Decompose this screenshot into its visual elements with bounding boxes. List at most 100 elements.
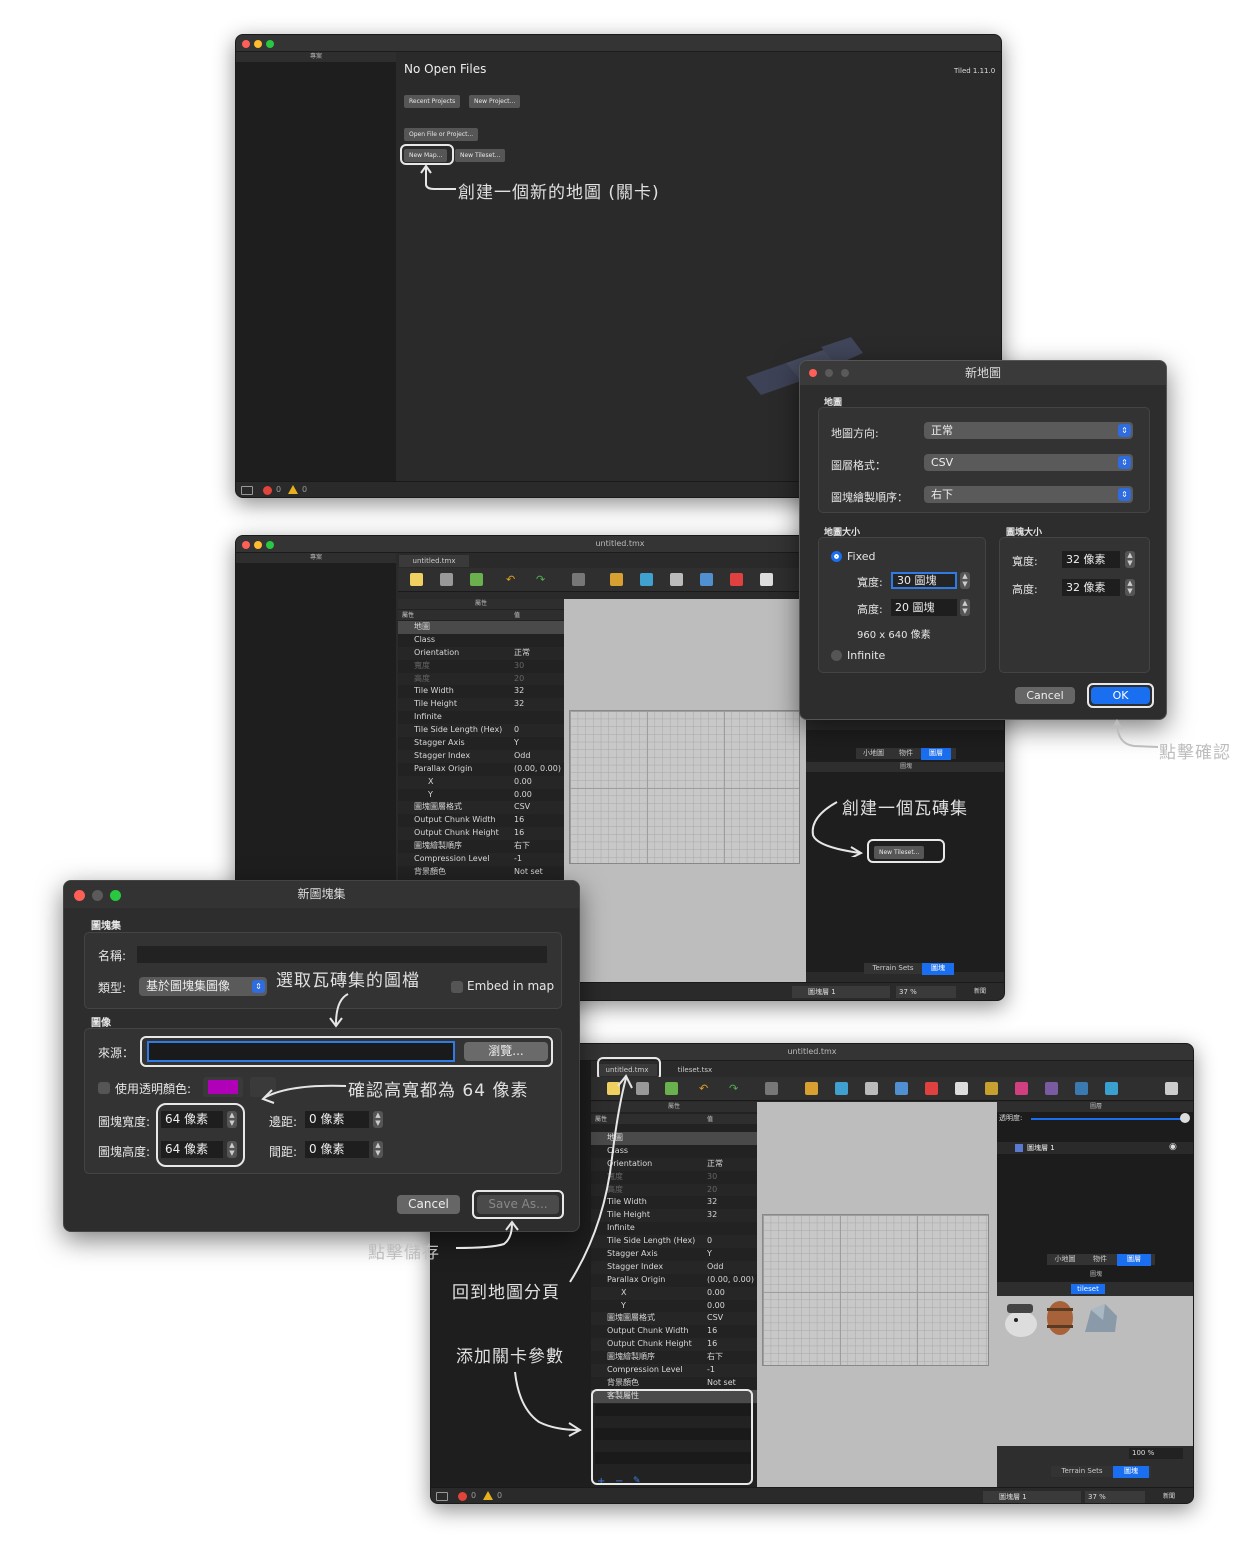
property-row[interactable]: Output Chunk Width 16 — [398, 814, 564, 827]
property-row[interactable]: 圖塊圖層格式 CSV — [591, 1312, 757, 1326]
layer-select[interactable]: 圖塊層 1 — [983, 1491, 1081, 1503]
property-value[interactable]: 16 — [514, 827, 524, 840]
property-value[interactable]: -1 — [514, 853, 522, 866]
news-button[interactable]: 新聞 — [1151, 1491, 1183, 1503]
cancel-button[interactable]: Cancel — [397, 1195, 460, 1214]
tab-objects[interactable]: 物件 — [1083, 1254, 1117, 1266]
type-select[interactable]: 基於圖塊集圖像 ⇕ — [139, 977, 267, 996]
property-value[interactable]: 16 — [707, 1338, 717, 1351]
select-icon[interactable] — [895, 1082, 908, 1095]
dice-icon[interactable] — [1165, 1082, 1178, 1095]
rect-select-icon[interactable] — [760, 573, 773, 586]
undo-icon[interactable]: ↶ — [506, 573, 519, 586]
property-value[interactable]: 32 — [514, 698, 524, 711]
property-value[interactable]: 20 — [707, 1184, 717, 1197]
property-value[interactable]: 0.00 — [707, 1300, 725, 1313]
redo-icon[interactable]: ↷ — [729, 1082, 742, 1095]
property-value[interactable]: 20 — [514, 673, 524, 686]
property-value[interactable]: -1 — [707, 1364, 715, 1377]
map-height-input[interactable]: 20 圖塊 — [891, 599, 957, 616]
property-value[interactable]: Y — [707, 1248, 712, 1261]
magic-wand-icon[interactable] — [985, 1082, 998, 1095]
shape-fill-icon[interactable] — [670, 573, 683, 586]
property-row[interactable]: 背景顏色 Not set — [591, 1377, 757, 1390]
tab-tiles[interactable]: 圖塊 — [1113, 1466, 1149, 1478]
tab-layers[interactable]: 圖層 — [1117, 1254, 1151, 1266]
color-swatch[interactable] — [203, 1077, 243, 1097]
property-row[interactable]: 圖塊圖層格式 CSV — [398, 801, 564, 815]
property-value[interactable]: CSV — [707, 1312, 723, 1325]
news-button[interactable]: 新聞 — [962, 986, 994, 998]
map-width-input[interactable]: 30 圖塊 — [891, 572, 957, 589]
property-value[interactable]: Odd — [707, 1261, 723, 1274]
tileset-zoom[interactable]: 100 % — [1129, 1448, 1183, 1459]
layer-row[interactable]: 圖塊層 1 ◉ — [997, 1142, 1193, 1154]
property-value[interactable]: 30 — [707, 1171, 717, 1184]
eraser-icon[interactable] — [925, 1082, 938, 1095]
property-value[interactable]: CSV — [514, 801, 530, 814]
tab-terrain-sets[interactable]: Terrain Sets — [864, 963, 922, 975]
bucket-icon[interactable] — [640, 573, 653, 586]
tile-width-stepper[interactable]: ▲ ▼ — [1125, 551, 1135, 568]
property-value[interactable]: Y — [514, 737, 519, 750]
zoom-select[interactable]: 37 % — [1085, 1491, 1145, 1503]
map-width-stepper[interactable]: ▲ ▼ — [960, 572, 970, 589]
tileset-images[interactable] — [997, 1296, 1193, 1446]
cancel-button[interactable]: Cancel — [1015, 687, 1075, 704]
render-order-select[interactable]: 右下 ⇕ — [924, 486, 1133, 503]
name-input[interactable] — [137, 946, 547, 963]
margin-stepper[interactable]: ▲ ▼ — [373, 1111, 383, 1128]
layer-format-select[interactable]: CSV ⇕ — [924, 454, 1133, 471]
map-canvas[interactable] — [564, 599, 806, 984]
property-row[interactable]: Tile Side Length (Hex) 0 — [398, 724, 564, 738]
new-file-icon[interactable] — [410, 573, 423, 586]
map-height-stepper[interactable]: ▲ ▼ — [960, 599, 970, 616]
save-icon[interactable] — [665, 1082, 678, 1095]
new-project-button[interactable]: New Project... — [469, 95, 521, 108]
property-value[interactable]: (0.00, 0.00) — [707, 1274, 754, 1287]
tab-untitled[interactable]: untitled.tmx — [399, 555, 469, 567]
infinite-radio[interactable] — [831, 650, 842, 661]
property-value[interactable]: 0 — [707, 1235, 712, 1248]
property-value[interactable]: Not set — [707, 1377, 736, 1390]
property-row[interactable]: Output Chunk Height 16 — [398, 827, 564, 841]
tile-width-input[interactable]: 32 像素 — [1062, 551, 1120, 568]
property-value[interactable]: 32 — [707, 1196, 717, 1209]
recent-projects-button[interactable]: Recent Projects — [404, 95, 461, 108]
zoom-button[interactable] — [110, 890, 121, 901]
open-file-button[interactable]: Open File or Project... — [404, 128, 479, 141]
tab-minimap[interactable]: 小地圖 — [856, 748, 891, 760]
property-row[interactable]: 寬度 30 — [398, 660, 564, 673]
property-row[interactable]: Class — [398, 634, 564, 647]
property-row[interactable]: 地圖 — [398, 621, 564, 634]
tab-terrain-sets[interactable]: Terrain Sets — [1051, 1466, 1113, 1478]
tile-height-stepper[interactable]: ▲ ▼ — [1125, 579, 1135, 596]
property-value[interactable]: 正常 — [707, 1158, 723, 1171]
property-value[interactable]: 32 — [707, 1209, 717, 1222]
property-row[interactable]: 圖塊繪製順序 右下 — [398, 840, 564, 853]
property-value[interactable]: 16 — [514, 814, 524, 827]
wang-icon[interactable] — [1075, 1082, 1088, 1095]
tab-minimap[interactable]: 小地圖 — [1047, 1254, 1083, 1266]
margin-input[interactable]: 0 像素 — [305, 1111, 369, 1128]
property-row[interactable]: Infinite — [398, 711, 564, 724]
property-row[interactable]: Y 0.00 — [591, 1300, 757, 1313]
property-row[interactable]: Orientation 正常 — [398, 646, 564, 660]
property-value[interactable]: 32 — [514, 685, 524, 698]
property-value[interactable]: 16 — [707, 1325, 717, 1338]
fixed-radio[interactable] — [831, 551, 842, 562]
property-row[interactable]: Parallax Origin (0.00, 0.00) — [398, 763, 564, 776]
map-canvas[interactable] — [757, 1102, 997, 1487]
property-row[interactable]: 高度 20 — [398, 672, 564, 686]
fill-icon[interactable] — [610, 573, 623, 586]
stamp-icon[interactable] — [572, 573, 585, 586]
tile-select-icon[interactable] — [1105, 1082, 1118, 1095]
property-row[interactable]: Stagger Index Odd — [398, 749, 564, 763]
property-row[interactable]: 背景顏色 Not set — [398, 866, 564, 879]
property-row[interactable]: Compression Level -1 — [398, 853, 564, 866]
property-row[interactable]: Output Chunk Width 16 — [591, 1325, 757, 1338]
map-grid[interactable] — [762, 1214, 989, 1366]
error-icon[interactable] — [458, 1492, 467, 1501]
redo-icon[interactable]: ↷ — [536, 573, 549, 586]
bucket-icon[interactable] — [835, 1082, 848, 1095]
